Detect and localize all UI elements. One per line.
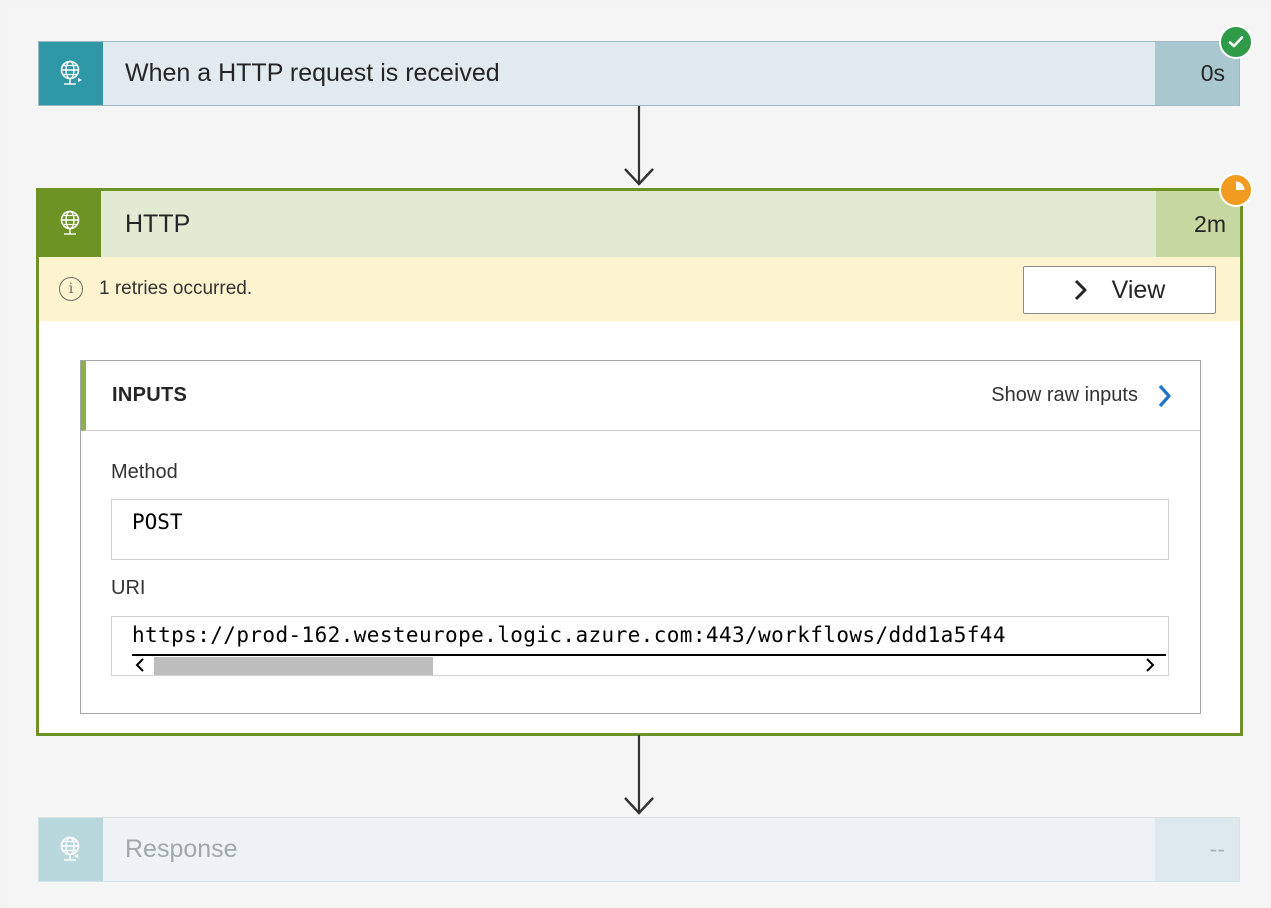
inputs-panel: INPUTS Show raw inputs Method POST URI h…	[80, 360, 1201, 714]
step-response-card[interactable]: Response --	[38, 817, 1240, 882]
info-icon: i	[59, 277, 83, 301]
step-response-title: Response	[125, 835, 238, 863]
scroll-right-icon[interactable]	[1142, 656, 1158, 674]
scrollbar-thumb[interactable]	[154, 657, 433, 675]
step-http-header[interactable]: HTTP 2m	[39, 191, 1240, 257]
view-retries-button[interactable]: View	[1023, 266, 1216, 314]
show-raw-inputs-label: Show raw inputs	[991, 384, 1138, 406]
uri-label: URI	[111, 577, 146, 599]
retry-message: 1 retries occurred.	[99, 278, 253, 299]
step-response-duration: --	[1155, 818, 1239, 881]
chevron-right-icon	[1158, 384, 1172, 408]
step-trigger-title: When a HTTP request is received	[125, 59, 500, 87]
chevron-right-icon	[1074, 279, 1088, 301]
response-globe-icon	[39, 818, 103, 881]
method-value-field: POST	[111, 499, 1169, 560]
uri-value-field: https://prod-162.westeurope.logic.azure.…	[111, 616, 1169, 676]
retry-banner: i 1 retries occurred. View	[39, 257, 1240, 321]
http-trigger-icon	[39, 42, 103, 105]
scroll-left-icon[interactable]	[132, 656, 148, 674]
uri-horizontal-scrollbar[interactable]	[132, 654, 1166, 675]
step-http-title: HTTP	[125, 209, 191, 238]
method-value: POST	[132, 510, 183, 534]
step-trigger-card[interactable]: When a HTTP request is received 0s	[38, 41, 1240, 106]
success-check-icon	[1219, 25, 1253, 59]
show-raw-inputs-link[interactable]: Show raw inputs	[991, 384, 1172, 408]
http-globe-icon	[39, 191, 101, 257]
connector-arrow-down-icon	[622, 106, 656, 188]
running-status-icon	[1219, 173, 1253, 207]
view-button-label: View	[1111, 275, 1166, 304]
uri-value: https://prod-162.westeurope.logic.azure.…	[132, 623, 1006, 647]
step-http-card[interactable]: HTTP 2m i 1 retries occurred. View INPUT…	[36, 188, 1243, 736]
inputs-header: INPUTS Show raw inputs	[81, 361, 1200, 431]
inputs-title: INPUTS	[112, 384, 188, 406]
method-label: Method	[111, 461, 178, 483]
connector-arrow-down-icon	[622, 735, 656, 817]
